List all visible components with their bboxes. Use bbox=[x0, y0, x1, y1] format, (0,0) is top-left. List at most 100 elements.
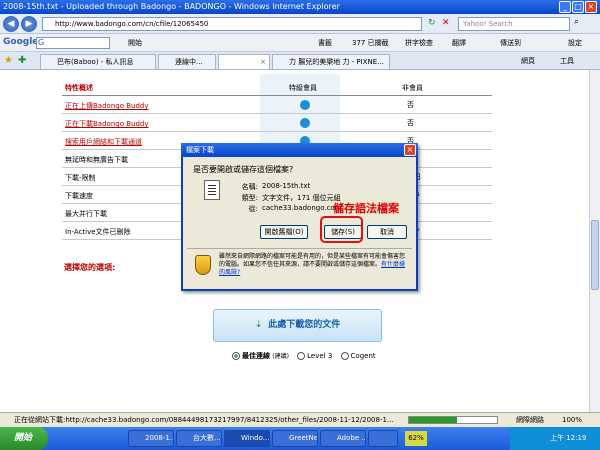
back-icon[interactable]: ◀ bbox=[3, 16, 19, 32]
row-label[interactable]: 正在上傳Badongo Buddy bbox=[65, 101, 148, 111]
google-start-button[interactable]: 開始 bbox=[128, 38, 142, 48]
row-label[interactable]: 搜索用戶網絡和下載通道 bbox=[65, 137, 142, 147]
minimize-icon[interactable]: _ bbox=[559, 1, 571, 13]
radio-recommended: (建議) bbox=[272, 353, 289, 360]
row-free: 否 bbox=[407, 119, 414, 127]
battery-indicator[interactable]: 62% bbox=[405, 431, 427, 446]
tab-baboo[interactable]: 巴布(Baboo) - 私人訊息 bbox=[40, 54, 156, 69]
dialog-question: 是否要開啟或儲存這個檔案? bbox=[193, 165, 294, 174]
annotation-label: 儲存語法檔案 bbox=[333, 202, 399, 215]
search-input[interactable]: Yahoo! Search bbox=[458, 17, 570, 31]
zoom-level[interactable]: 100% bbox=[562, 413, 582, 427]
file-type-value: 文字文件，171 個位元組 bbox=[262, 194, 341, 202]
window-title: 2008-15th.txt - Uploaded through Badongo… bbox=[3, 2, 340, 11]
tab-close-icon[interactable]: × bbox=[260, 55, 266, 69]
forward-icon[interactable]: ▶ bbox=[21, 16, 37, 32]
header-feature: 特性概述 bbox=[65, 84, 93, 92]
divider bbox=[187, 248, 412, 249]
radio-level3-label: Level 3 bbox=[307, 352, 333, 360]
choose-option-heading: 選擇您的選項: bbox=[64, 263, 116, 272]
tab-label: 力 腸兒的美樂地 力 - PIXNE... bbox=[289, 58, 384, 66]
table-row: 正在下載Badongo Buddy 否 bbox=[62, 114, 492, 132]
settings-button[interactable]: 設定 bbox=[568, 38, 582, 48]
radio-level3[interactable] bbox=[297, 352, 306, 360]
row-label: 下載速度 bbox=[65, 192, 93, 200]
task-button[interactable]: 2008-1... bbox=[128, 430, 174, 447]
save-highlight-box bbox=[320, 216, 363, 243]
dialog-close-icon[interactable]: × bbox=[404, 144, 416, 156]
radio-best-label: 最佳連線 bbox=[242, 352, 270, 360]
radio-cogent-label: Cogent bbox=[350, 352, 376, 360]
system-tray: 上午 12:19 bbox=[510, 427, 600, 450]
start-button[interactable]: 開始 bbox=[0, 427, 48, 450]
header-premium: 特級會員 bbox=[289, 84, 317, 92]
table-row: 正在上傳Badongo Buddy 否 bbox=[62, 96, 492, 114]
status-text: 正在從網站下載:http://cache33.badongo.com/08844… bbox=[14, 416, 394, 424]
address-input[interactable]: http://www.badongo.com/cn/cfile/12065450 bbox=[42, 17, 422, 31]
tab-bar: ★ ✚ 巴布(Baboo) - 私人訊息 連線中... × 力 腸兒的美樂地 力… bbox=[0, 52, 600, 70]
vertical-scrollbar[interactable] bbox=[589, 70, 600, 412]
file-name-value: 2008-15th.txt bbox=[262, 182, 311, 190]
close-icon[interactable]: × bbox=[585, 1, 597, 13]
zone-label: 網際網路 bbox=[516, 416, 544, 424]
warning-text: 雖然來自網際網路的檔案可能是有用的，但是某些檔案有可能會傷害您的電腦。如果您不信… bbox=[219, 253, 406, 268]
tab-label: 巴布(Baboo) - 私人訊息 bbox=[57, 58, 134, 66]
radio-best[interactable] bbox=[232, 352, 240, 360]
progress-fill bbox=[409, 417, 458, 423]
taskbar: 開始 2008-1... 台大數... Windo... GreetNe... … bbox=[0, 427, 600, 450]
add-favorites-icon[interactable]: ✚ bbox=[18, 55, 26, 66]
tab-active[interactable]: × bbox=[218, 54, 270, 69]
security-warning: 雖然來自網際網路的檔案可能是有用的，但是某些檔案有可能會傷害您的電腦。如果您不信… bbox=[219, 253, 409, 277]
task-button[interactable]: Adobe ... bbox=[320, 430, 366, 447]
search-icon[interactable]: ⌕ bbox=[574, 17, 579, 27]
dialog-title: 檔案下載 bbox=[186, 146, 214, 154]
task-button[interactable]: 台大數... bbox=[176, 430, 222, 447]
favorites-star-icon[interactable]: ★ bbox=[4, 55, 13, 66]
radio-cogent[interactable] bbox=[340, 352, 349, 360]
google-logo: Google bbox=[3, 37, 39, 47]
spellcheck-button[interactable]: 拼字檢查 bbox=[405, 38, 433, 48]
maximize-icon[interactable]: □ bbox=[572, 1, 584, 13]
task-button[interactable]: Windo... bbox=[224, 430, 270, 447]
google-toolbar: Google G 開始 書籤 377 已攔截 拼字檢查 翻譯 傳送到 設定 bbox=[0, 34, 600, 52]
task-button[interactable] bbox=[368, 430, 398, 447]
row-free: 否 bbox=[407, 101, 414, 109]
search-placeholder: Yahoo! Search bbox=[463, 20, 513, 28]
download-progress-bar bbox=[408, 416, 498, 424]
scrollbar-thumb[interactable] bbox=[591, 220, 599, 290]
row-label: 無延時和無廣告下載 bbox=[65, 156, 128, 164]
header-free: 非會員 bbox=[402, 84, 423, 92]
file-from-key: 從: bbox=[248, 205, 258, 213]
file-from-value: cache33.badongo.com bbox=[262, 204, 342, 212]
row-label[interactable]: 正在下載Badongo Buddy bbox=[65, 119, 148, 129]
status-bar: 正在從網站下載:http://cache33.badongo.com/08844… bbox=[0, 412, 600, 427]
file-name-key: 名稱: bbox=[241, 183, 258, 191]
download-file-button[interactable]: ⇣ 此處下載您的文件 bbox=[213, 309, 382, 342]
dialog-title-bar: 檔案下載 × bbox=[181, 143, 418, 157]
text-file-icon bbox=[204, 180, 220, 200]
open-button[interactable]: 開啟舊檔(O) bbox=[260, 225, 308, 239]
popup-blocked-count[interactable]: 377 已攔截 bbox=[352, 38, 389, 48]
row-label: In-Active文件已刪除 bbox=[65, 228, 131, 236]
tab-connecting[interactable]: 連線中... bbox=[158, 54, 216, 69]
row-label: 下載-限制 bbox=[65, 174, 96, 182]
download-label: 此處下載您的文件 bbox=[268, 320, 341, 330]
address-url: http://www.badongo.com/cn/cfile/12065450 bbox=[55, 20, 209, 28]
check-icon bbox=[300, 100, 310, 110]
page-menu[interactable]: 網頁 bbox=[521, 56, 535, 66]
table-header: 特性概述 特級會員 非會員 bbox=[62, 78, 492, 96]
refresh-icon[interactable]: ↻ bbox=[428, 18, 436, 28]
stop-icon[interactable]: ✕ bbox=[442, 18, 450, 28]
translate-button[interactable]: 翻譯 bbox=[452, 38, 466, 48]
tools-menu[interactable]: 工具 bbox=[560, 56, 574, 66]
bookmarks-button[interactable]: 書籤 bbox=[318, 38, 332, 48]
task-button[interactable]: GreetNe... bbox=[272, 430, 318, 447]
window-title-bar: 2008-15th.txt - Uploaded through Badongo… bbox=[0, 0, 600, 14]
clock[interactable]: 上午 12:19 bbox=[550, 434, 586, 442]
google-search-input[interactable]: G bbox=[36, 37, 110, 49]
cancel-button[interactable]: 取消 bbox=[367, 225, 407, 239]
tab-pixnet[interactable]: 力 腸兒的美樂地 力 - PIXNE... bbox=[272, 54, 390, 69]
file-type-key: 類型: bbox=[241, 194, 258, 202]
download-arrow-icon: ⇣ bbox=[254, 320, 263, 330]
send-to-button[interactable]: 傳送到 bbox=[500, 38, 521, 48]
